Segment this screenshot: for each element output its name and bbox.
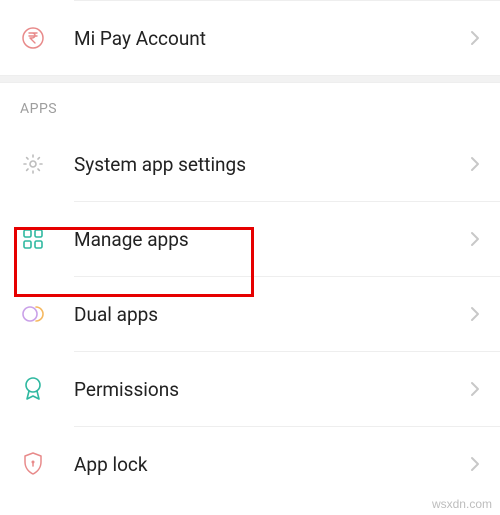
dual-circle-icon: [20, 301, 46, 327]
chevron-right-icon: [470, 156, 480, 172]
row-label: App lock: [74, 453, 470, 476]
medal-icon: [20, 376, 46, 402]
row-label: System app settings: [74, 153, 470, 176]
row-label: Manage apps: [74, 228, 470, 251]
watermark: wsxdn.com: [432, 497, 492, 511]
row-system-app-settings[interactable]: System app settings: [0, 127, 500, 201]
chevron-right-icon: [470, 456, 480, 472]
gear-icon: [20, 151, 46, 177]
row-label: Mi Pay Account: [74, 27, 470, 50]
row-mi-pay-account[interactable]: Mi Pay Account: [0, 1, 500, 75]
row-label: Dual apps: [74, 303, 470, 326]
row-manage-apps[interactable]: Manage apps: [0, 202, 500, 276]
row-label: Permissions: [74, 378, 470, 401]
row-permissions[interactable]: Permissions: [0, 352, 500, 426]
chevron-right-icon: [470, 30, 480, 46]
chevron-right-icon: [470, 381, 480, 397]
section-gap: [0, 75, 500, 83]
row-app-lock[interactable]: App lock: [0, 427, 500, 501]
rupee-icon: [20, 25, 46, 51]
shield-lock-icon: [20, 451, 46, 477]
chevron-right-icon: [470, 306, 480, 322]
section-header-apps: APPS: [0, 83, 500, 127]
chevron-right-icon: [470, 231, 480, 247]
grid-icon: [20, 226, 46, 252]
row-dual-apps[interactable]: Dual apps: [0, 277, 500, 351]
